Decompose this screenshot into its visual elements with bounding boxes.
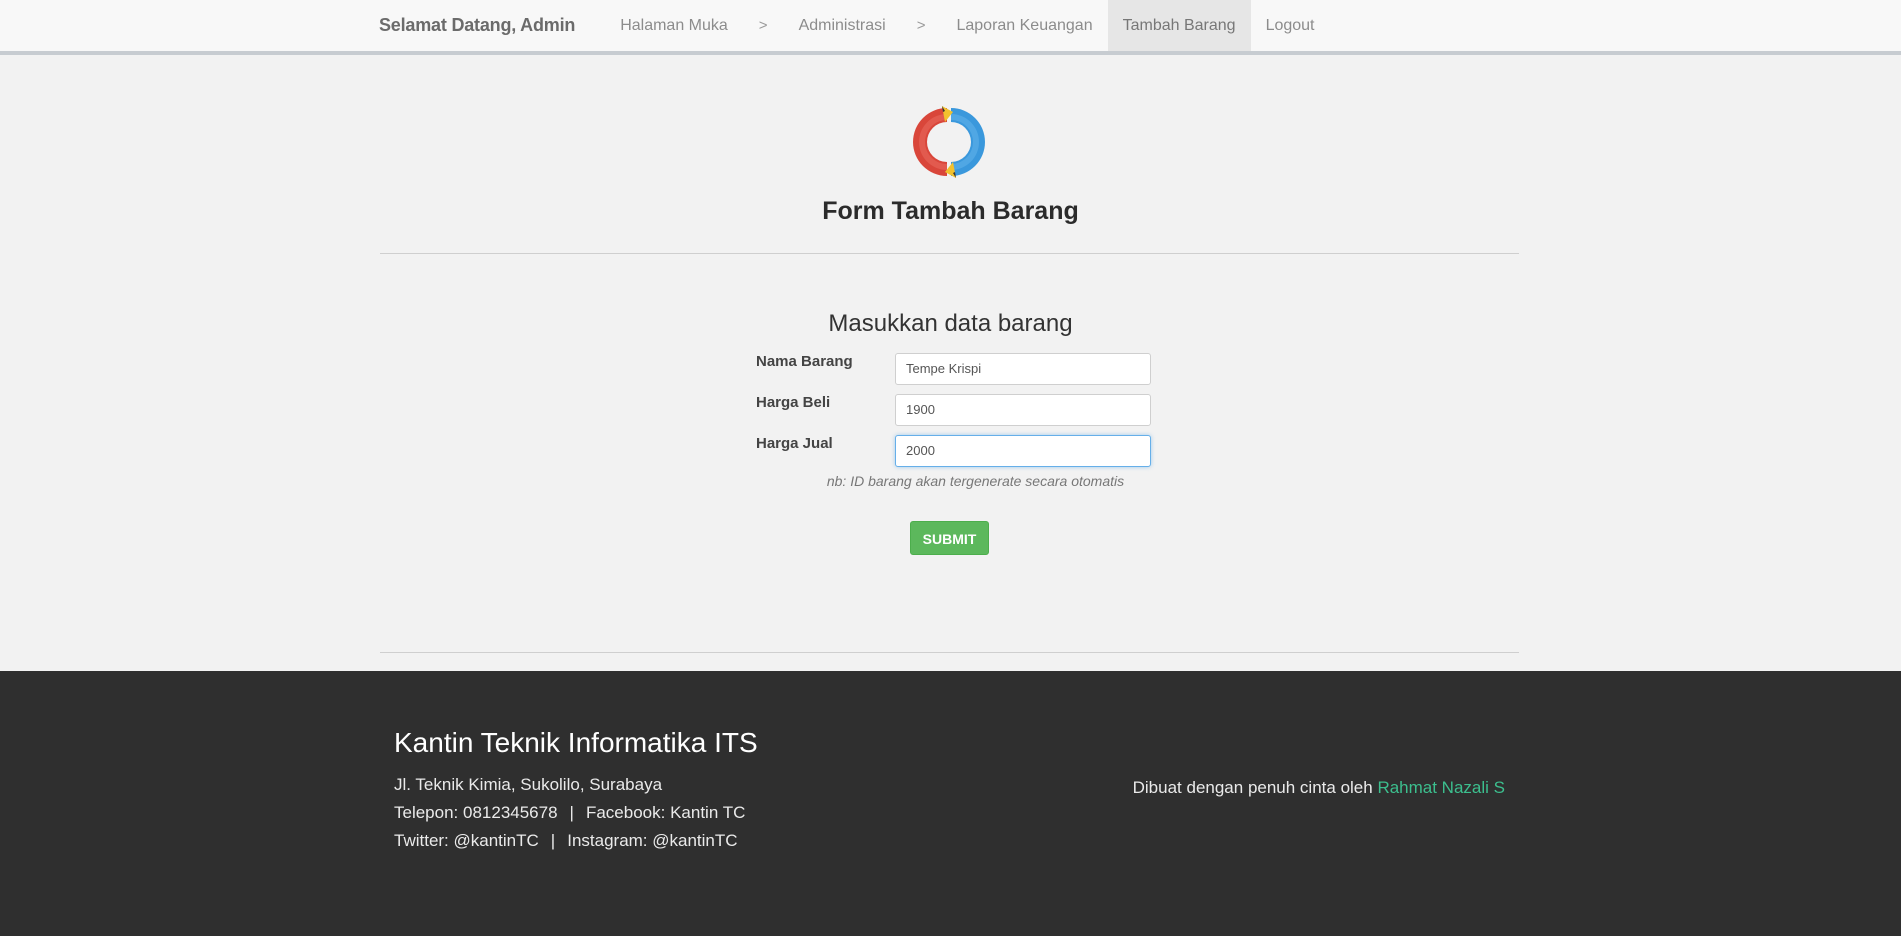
footer-address: Jl. Teknik Kimia, Sukolilo, Surabaya: [394, 775, 663, 794]
navbar-inner: Selamat Datang, Admin Halaman Muka > Adm…: [379, 0, 1330, 51]
footer-twitter: Twitter: @kantinTC: [394, 831, 539, 850]
footer-divider: |: [550, 831, 556, 850]
credit-text: Dibuat dengan penuh cinta oleh: [1132, 778, 1378, 797]
form-row-harga-jual: Harga Jual: [756, 433, 1151, 468]
top-navbar: Selamat Datang, Admin Halaman Muka > Adm…: [0, 0, 1901, 55]
navbar-brand[interactable]: Selamat Datang, Admin: [379, 15, 575, 36]
footer-phone: Telepon: 0812345678: [394, 803, 558, 822]
harga-jual-label: Harga Jual: [756, 435, 833, 452]
harga-jual-input[interactable]: [895, 434, 1151, 467]
breadcrumb-separator: >: [916, 17, 926, 34]
footer-facebook: Facebook: Kantin TC: [585, 803, 746, 822]
footer-title: Kantin Teknik Informatika ITS: [394, 727, 758, 758]
submit-button[interactable]: SUBMIT: [910, 521, 989, 555]
footer-divider: |: [569, 803, 574, 822]
credit-author-link[interactable]: Rahmat Nazali S: [1377, 778, 1505, 797]
footer-social-line: Twitter: @kantinTC | Instagram: @kantinTC: [394, 831, 738, 851]
footer: Kantin Teknik Informatika ITS Jl. Teknik…: [0, 671, 1901, 936]
footer-credit: Dibuat dengan penuh cinta oleh Rahmat Na…: [1133, 778, 1505, 798]
nama-barang-input[interactable]: [895, 352, 1151, 385]
nama-barang-label: Nama Barang: [756, 353, 853, 370]
nav-item-logout[interactable]: Logout: [1251, 0, 1330, 51]
form-subtitle: Masukkan data barang: [828, 310, 1073, 337]
nav-item-laporan-keuangan[interactable]: Laporan Keuangan: [941, 0, 1107, 51]
footer-contact-line: Telepon: 0812345678 | Facebook: Kantin TC: [394, 803, 745, 823]
form-row-nama-barang: Nama Barang: [756, 351, 1151, 386]
form-row-harga-beli: Harga Beli: [756, 392, 1151, 427]
nav-item-halaman-muka[interactable]: Halaman Muka: [605, 0, 743, 51]
harga-beli-label: Harga Beli: [756, 394, 831, 411]
auto-id-note: nb: ID barang akan tergenerate secara ot…: [826, 473, 1125, 489]
divider: [380, 652, 1519, 653]
divider: [380, 253, 1519, 254]
nav-item-tambah-barang[interactable]: Tambah Barang: [1107, 0, 1251, 51]
refresh-cycle-logo-icon: [913, 106, 985, 178]
footer-instagram: Instagram: @kantinTC: [567, 831, 738, 850]
harga-beli-input[interactable]: [895, 393, 1151, 426]
page-title: Form Tambah Barang: [822, 197, 1079, 225]
nav-item-administrasi[interactable]: Administrasi: [784, 0, 901, 51]
breadcrumb-separator: >: [758, 17, 768, 34]
